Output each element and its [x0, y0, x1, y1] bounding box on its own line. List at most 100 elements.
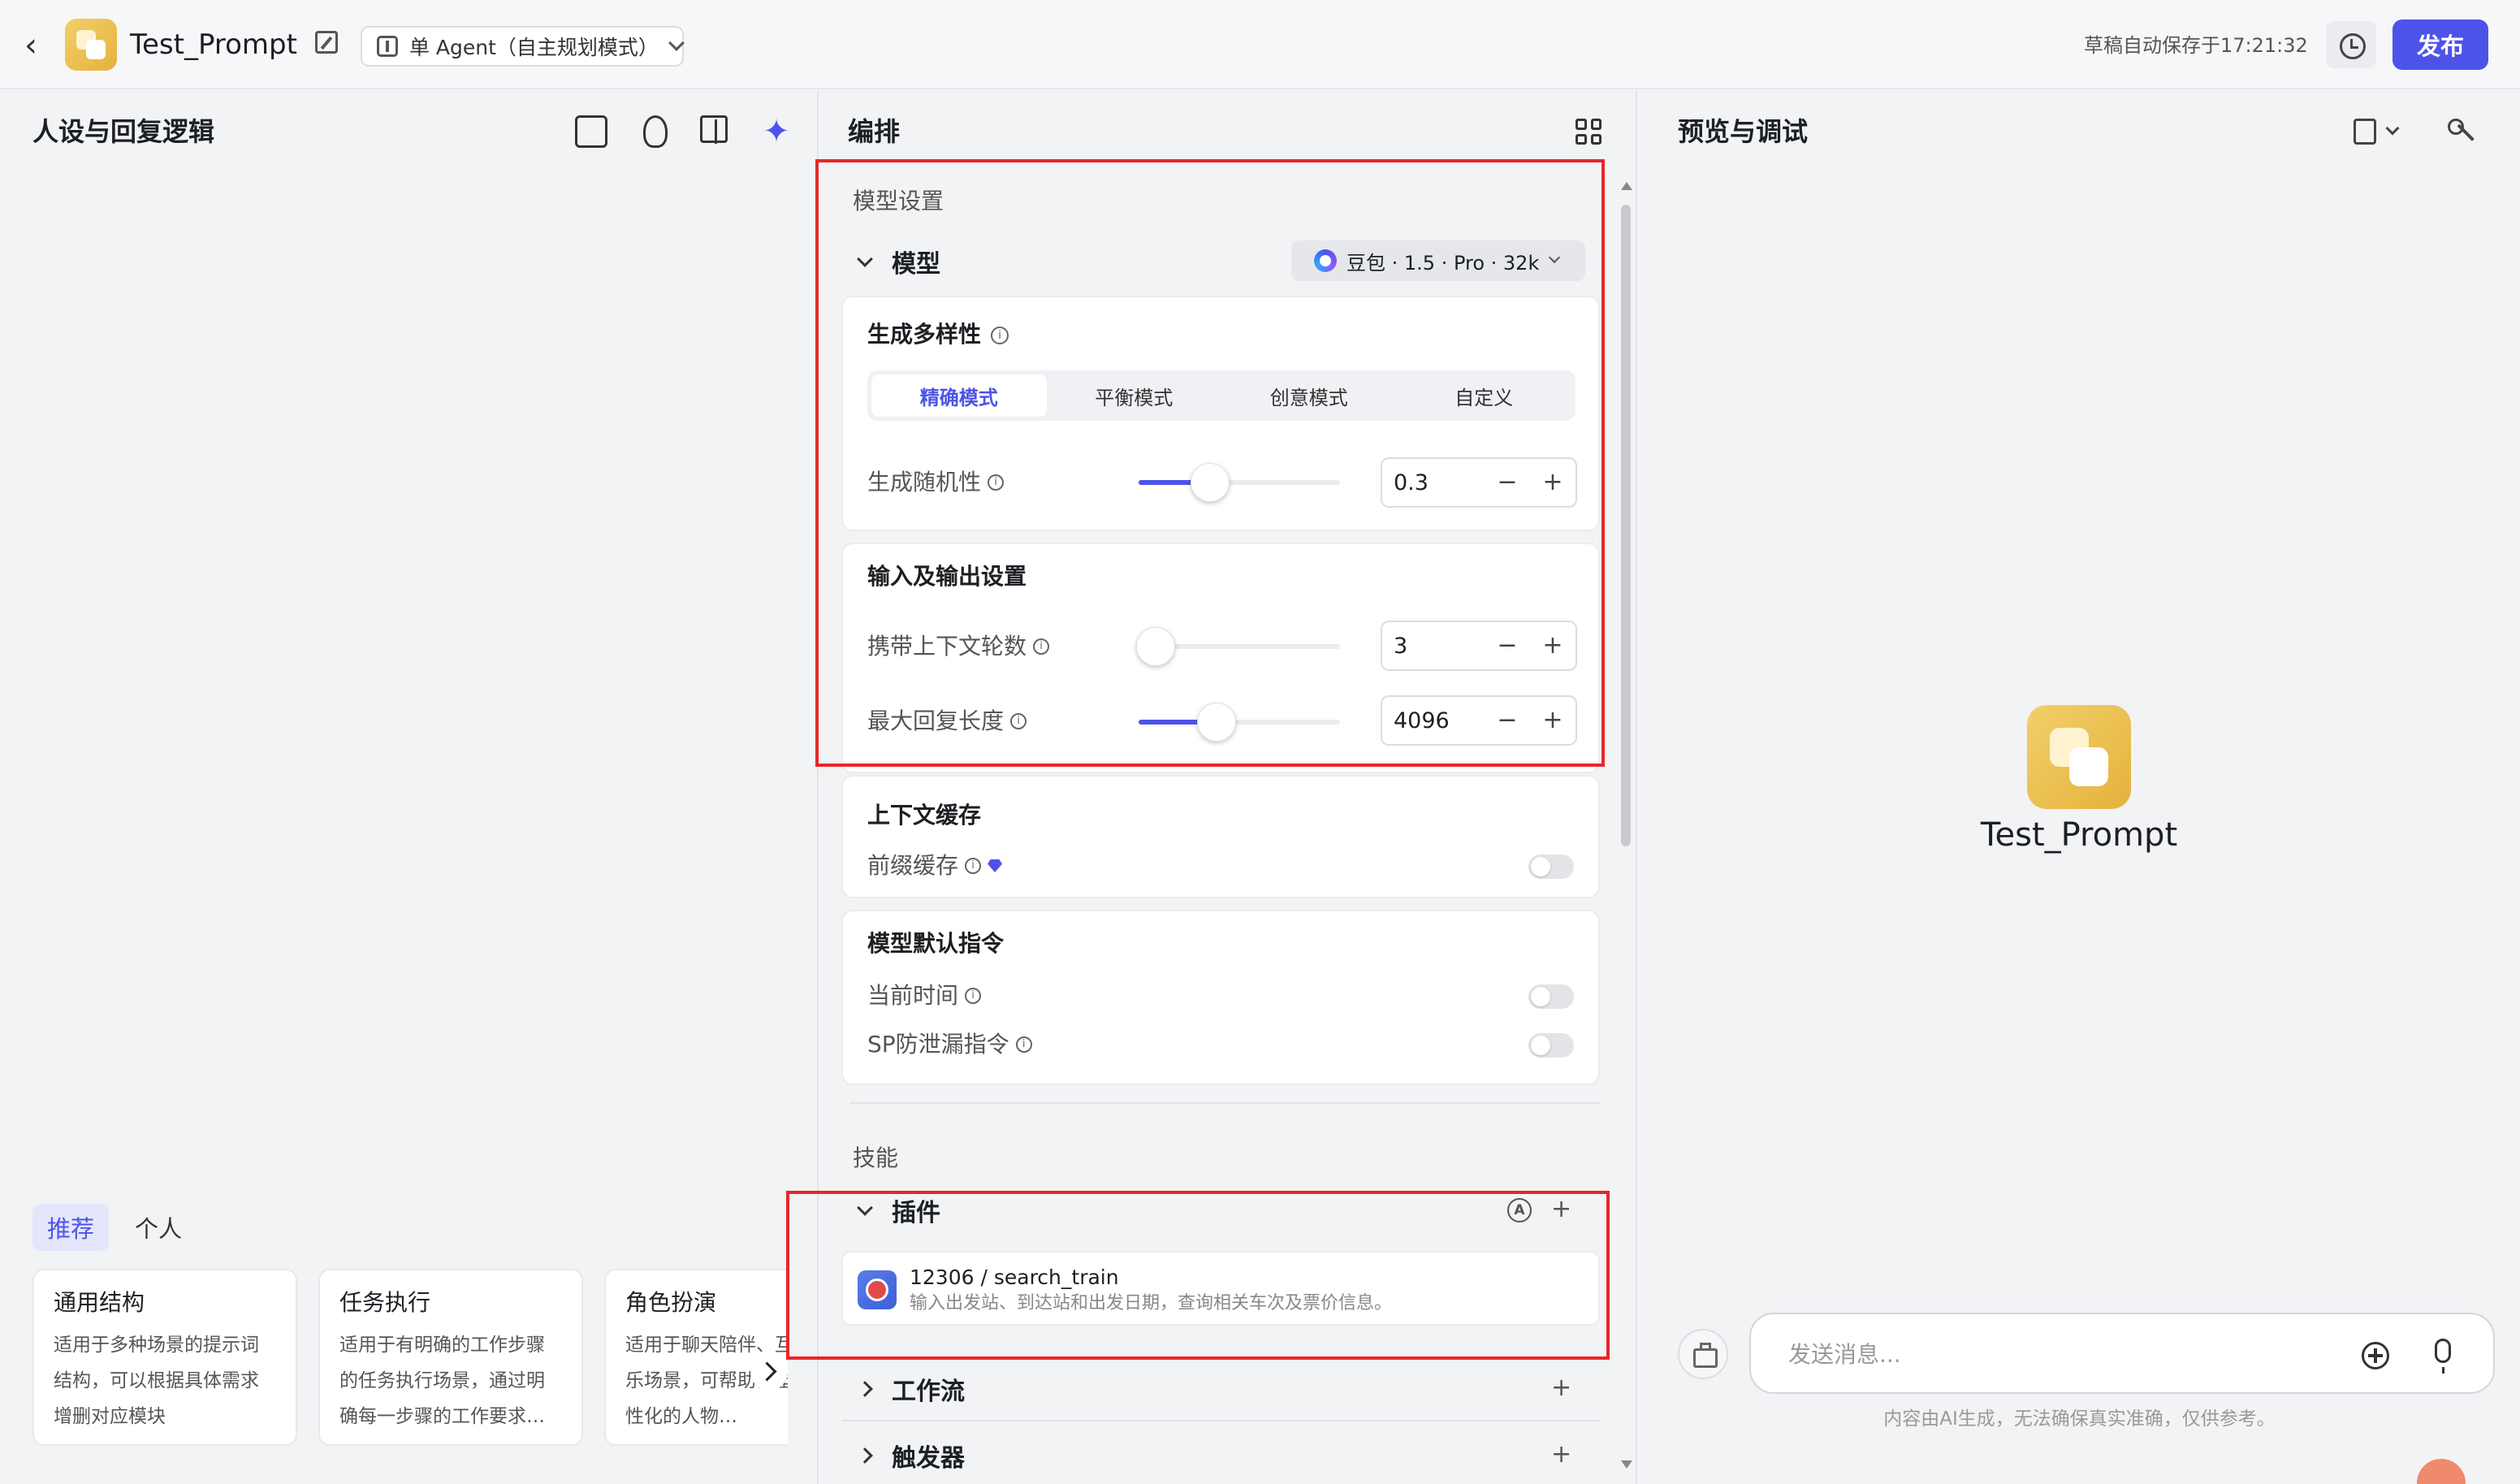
- model-collapse-toggle[interactable]: 模型: [857, 244, 940, 279]
- info-icon[interactable]: i: [1015, 1036, 1032, 1053]
- minus-icon[interactable]: −: [1485, 459, 1530, 506]
- max-length-label: 最大回复长度 i: [867, 705, 1027, 738]
- bulb-icon[interactable]: [643, 115, 668, 148]
- agent-mode-select[interactable]: 单 Agent（自主规划模式）: [361, 26, 685, 67]
- model-settings-label: 模型设置: [853, 188, 944, 214]
- bot-avatar: [2027, 705, 2131, 809]
- template-cards: 通用结构 适用于多种场景的提示词结构，可以根据具体需求增删对应模块 任务执行 适…: [32, 1269, 788, 1456]
- autosave-status: 草稿自动保存于17:21:32: [2084, 34, 2308, 57]
- mode-tab-precise[interactable]: 精确模式: [871, 374, 1047, 417]
- info-icon[interactable]: i: [991, 327, 1009, 344]
- sp-leak-toggle[interactable]: [1528, 1033, 1574, 1058]
- chevron-right-icon: [857, 1381, 873, 1397]
- compare-icon[interactable]: [700, 115, 728, 144]
- plus-icon[interactable]: +: [1530, 622, 1576, 669]
- diversity-title: 生成多样性 i: [867, 318, 1009, 351]
- randomness-stepper[interactable]: 0.3 − +: [1381, 457, 1577, 508]
- slider-thumb[interactable]: [1191, 463, 1230, 502]
- tab-recommended[interactable]: 推荐: [32, 1204, 110, 1251]
- max-length-slider[interactable]: [1139, 703, 1340, 742]
- minus-icon[interactable]: −: [1485, 622, 1530, 669]
- workflow-label: 工作流: [892, 1378, 965, 1406]
- train-plugin-icon: [858, 1270, 897, 1309]
- info-icon[interactable]: i: [1010, 713, 1027, 729]
- info-icon[interactable]: i: [965, 858, 982, 874]
- template-name: 任务执行: [339, 1289, 431, 1316]
- max-length-stepper[interactable]: 4096 − +: [1381, 695, 1577, 746]
- chevron-down-icon: [857, 1200, 873, 1216]
- agent-mode-icon: [377, 36, 398, 57]
- template-library-icon[interactable]: [575, 115, 607, 148]
- mode-tab-creative[interactable]: 创意模式: [1221, 374, 1397, 417]
- publish-button[interactable]: 发布: [2392, 19, 2488, 70]
- current-time-toggle[interactable]: [1528, 984, 1574, 1009]
- template-tabs: 推荐 个人: [32, 1204, 197, 1251]
- template-desc: 适用于多种场景的提示词结构，可以根据具体需求增删对应模块: [54, 1335, 259, 1427]
- debug-doc-icon[interactable]: [2354, 119, 2376, 145]
- prefix-cache-toggle[interactable]: [1528, 854, 1574, 879]
- plugins-collapse-toggle[interactable]: 插件: [857, 1192, 940, 1228]
- randomness-value[interactable]: 0.3: [1382, 470, 1485, 495]
- template-card[interactable]: 任务执行 适用于有明确的工作步骤的任务执行场景，通过明确每一步骤的工作要求…: [318, 1269, 583, 1446]
- add-trigger-button[interactable]: +: [1551, 1443, 1571, 1467]
- add-workflow-button[interactable]: +: [1551, 1376, 1571, 1400]
- scroll-up-arrow[interactable]: [1621, 182, 1632, 190]
- chevron-right-icon: [857, 1447, 873, 1464]
- clear-history-button[interactable]: [1678, 1329, 1728, 1379]
- randomness-slider[interactable]: [1139, 463, 1340, 502]
- mode-tab-balanced[interactable]: 平衡模式: [1047, 374, 1222, 417]
- chevron-right-icon[interactable]: [750, 1353, 788, 1391]
- ai-optimize-icon[interactable]: ✦: [760, 115, 793, 148]
- context-rounds-slider[interactable]: [1136, 627, 1340, 666]
- template-card[interactable]: 通用结构 适用于多种场景的提示词结构，可以根据具体需求增删对应模块: [32, 1269, 297, 1446]
- default-instructions-title: 模型默认指令: [867, 930, 1005, 957]
- scrollbar-thumb[interactable]: [1621, 205, 1631, 846]
- microphone-icon[interactable]: [2435, 1339, 2451, 1374]
- default-instructions-card: 模型默认指令 当前时间 i SP防泄漏指令 i: [841, 910, 1600, 1085]
- slider-thumb[interactable]: [1136, 627, 1176, 666]
- add-plugin-button[interactable]: +: [1551, 1197, 1571, 1222]
- context-rounds-value[interactable]: 3: [1382, 634, 1485, 659]
- io-settings-card: 输入及输出设置 携带上下文轮数 i 3 − + 最大回复长度 i 4096 − +: [841, 543, 1600, 773]
- mode-tab-custom[interactable]: 自定义: [1397, 374, 1572, 417]
- grid-icon[interactable]: [1576, 119, 1601, 145]
- model-select[interactable]: 豆包 · 1.5 · Pro · 32k: [1291, 240, 1585, 281]
- minus-icon[interactable]: −: [1485, 697, 1530, 744]
- info-icon[interactable]: i: [1033, 638, 1050, 655]
- workflow-collapse-toggle[interactable]: 工作流: [857, 1371, 965, 1407]
- info-icon[interactable]: i: [988, 474, 1005, 491]
- agent-mode-label: 单 Agent（自主规划模式）: [408, 36, 659, 59]
- max-length-value[interactable]: 4096: [1382, 708, 1485, 733]
- chat-input[interactable]: 发送消息...: [1749, 1313, 2495, 1394]
- history-button[interactable]: [2326, 21, 2376, 68]
- preview-panel: 预览与调试 Test_Prompt 发送消息... 内容由AI生成，无法确保真实…: [1639, 91, 2520, 1484]
- trigger-label: 触发器: [892, 1444, 965, 1473]
- plus-icon[interactable]: +: [1530, 697, 1576, 744]
- slider-fill: [1139, 720, 1205, 725]
- auto-call-icon[interactable]: A: [1507, 1198, 1532, 1222]
- back-arrow-icon[interactable]: ‹: [24, 29, 50, 62]
- template-name: 通用结构: [54, 1289, 145, 1316]
- add-attachment-icon[interactable]: [2362, 1342, 2389, 1369]
- scroll-down-arrow[interactable]: [1621, 1460, 1632, 1469]
- persona-panel-title: 人设与回复逻辑: [32, 116, 215, 147]
- ai-disclaimer: 内容由AI生成，无法确保真实准确，仅供参考。: [1883, 1408, 2276, 1430]
- plugin-item[interactable]: 12306 / search_train 输入出发站、到达站和出发日期，查询相关…: [841, 1251, 1600, 1326]
- trigger-collapse-toggle[interactable]: 触发器: [857, 1438, 965, 1473]
- context-rounds-label: 携带上下文轮数 i: [867, 630, 1050, 663]
- plus-icon[interactable]: +: [1530, 459, 1576, 506]
- persona-panel: 人设与回复逻辑 ✦ 推荐 个人 通用结构 适用于多种场景的提示词结构，可以根据具…: [0, 91, 819, 1484]
- context-rounds-stepper[interactable]: 3 − +: [1381, 621, 1577, 671]
- slider-thumb[interactable]: [1196, 703, 1236, 742]
- info-icon[interactable]: i: [965, 988, 982, 1004]
- wrench-icon[interactable]: [2448, 119, 2472, 143]
- orchestration-title: 编排: [848, 116, 901, 147]
- edit-icon[interactable]: [315, 31, 338, 54]
- premium-diamond-icon: [988, 859, 1003, 872]
- template-name: 角色扮演: [625, 1289, 717, 1316]
- current-time-label: 当前时间 i: [867, 980, 982, 1012]
- chevron-down-icon: [668, 35, 685, 51]
- chevron-down-icon[interactable]: [2385, 121, 2400, 136]
- prefix-cache-label: 前缀缓存 i: [867, 850, 1003, 882]
- tab-personal[interactable]: 个人: [120, 1204, 197, 1251]
